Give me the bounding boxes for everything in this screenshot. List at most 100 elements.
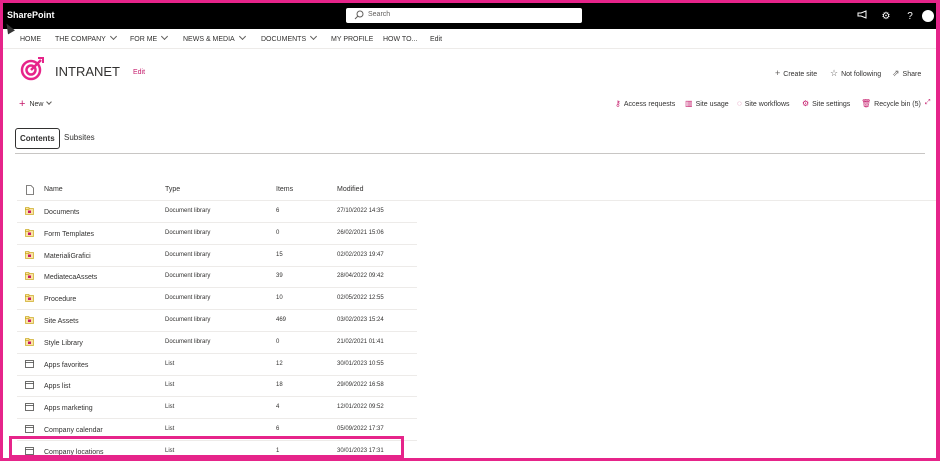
nav-edit[interactable]: Edit bbox=[430, 36, 442, 43]
table-row[interactable]: Procedure Document library 10 02/05/2022 12… bbox=[17, 288, 417, 311]
access-requests-label: Access requests bbox=[623, 101, 676, 108]
nav-the-company[interactable]: THE COMPANY bbox=[55, 32, 117, 43]
table-row[interactable]: Apps favorites List 12 30/01/2023 10:55 bbox=[17, 354, 417, 376]
tab-subsites[interactable]: Subsites bbox=[60, 128, 99, 149]
item-name[interactable]: Style Library bbox=[44, 340, 83, 347]
table-header: Name Type Items Modified bbox=[17, 183, 936, 201]
item-modified: 05/09/2022 17:37 bbox=[337, 426, 384, 432]
share-button[interactable]: ⇗ Share bbox=[892, 68, 921, 79]
nav-label: NEWS & MEDIA bbox=[183, 36, 235, 43]
item-name[interactable]: Documents bbox=[44, 209, 79, 216]
suite-bar: SharePoint Search ⚙ ? bbox=[3, 3, 936, 29]
column-header-items[interactable]: Items bbox=[276, 186, 293, 193]
column-header-name[interactable]: Name bbox=[44, 186, 63, 193]
document-library-icon bbox=[25, 294, 34, 302]
table-row[interactable]: Site Assets Document library 469 03/02/2023… bbox=[17, 310, 417, 332]
follow-button[interactable]: ☆ Not following bbox=[830, 68, 881, 79]
site-settings-button[interactable]: ⚙ Site settings bbox=[802, 99, 850, 108]
column-header-modified[interactable]: Modified bbox=[337, 186, 363, 193]
site-workflows-button[interactable]: ◌ Site workflows bbox=[737, 99, 790, 108]
item-name[interactable]: MaterialiGrafici bbox=[44, 253, 91, 260]
item-modified: 21/02/2021 01:41 bbox=[337, 338, 384, 345]
item-modified: 03/02/2023 15:24 bbox=[337, 317, 384, 323]
item-count: 0 bbox=[276, 338, 280, 345]
item-name[interactable]: Procedure bbox=[44, 296, 76, 303]
table-row[interactable]: Documents Document library 6 27/10/2022 14:… bbox=[17, 201, 417, 223]
column-header-type[interactable]: Type bbox=[165, 186, 180, 193]
search-box[interactable]: Search bbox=[346, 8, 582, 23]
star-icon: ☆ bbox=[830, 68, 839, 78]
avatar[interactable] bbox=[922, 10, 934, 22]
nav-label: THE COMPANY bbox=[55, 36, 106, 43]
app-brand[interactable]: SharePoint bbox=[7, 10, 55, 20]
item-count: 6 bbox=[276, 208, 280, 214]
document-library-icon bbox=[25, 207, 34, 215]
item-count: 18 bbox=[276, 382, 283, 389]
nav-for-me[interactable]: FOR ME bbox=[130, 32, 169, 43]
site-title: INTRANET bbox=[55, 64, 120, 79]
nav-how-to[interactable]: HOW TO... bbox=[383, 36, 417, 43]
item-modified: 28/04/2022 09:42 bbox=[337, 273, 384, 280]
tab-contents[interactable]: Contents bbox=[15, 128, 60, 149]
table-row[interactable]: Apps list List 18 29/09/2022 16:58 bbox=[17, 375, 417, 398]
nav-my-profile[interactable]: MY PROFILE bbox=[331, 36, 373, 43]
file-type-icon bbox=[26, 185, 34, 195]
item-modified: 02/02/2023 19:47 bbox=[337, 251, 384, 258]
item-modified: 30/01/2023 10:55 bbox=[337, 360, 384, 367]
nav-label: MY PROFILE bbox=[331, 36, 374, 43]
item-type: Document library bbox=[165, 338, 211, 345]
item-count: 39 bbox=[276, 273, 283, 280]
plus-icon: + bbox=[775, 68, 781, 78]
table-row[interactable]: Apps marketing List 4 12/01/2022 09:52 bbox=[17, 397, 417, 420]
nav-documents[interactable]: DOCUMENTS bbox=[261, 32, 318, 43]
gear-icon: ⚙ bbox=[802, 99, 810, 108]
nav-label: Edit bbox=[430, 36, 443, 43]
site-settings-label: Site settings bbox=[812, 101, 851, 108]
access-requests-button[interactable]: ⚷ Access requests bbox=[615, 99, 675, 108]
site-edit-link[interactable]: Edit bbox=[133, 69, 145, 76]
item-modified: 12/01/2022 09:52 bbox=[337, 404, 384, 411]
item-type: Document library bbox=[165, 208, 211, 214]
item-modified: 26/02/2021 15:06 bbox=[337, 229, 384, 236]
nav-news-media[interactable]: NEWS & MEDIA bbox=[183, 32, 246, 43]
item-name[interactable]: Apps marketing bbox=[44, 405, 93, 412]
expand-icon[interactable]: ⤢ bbox=[925, 99, 931, 107]
help-icon[interactable]: ? bbox=[898, 11, 922, 22]
gear-icon[interactable]: ⚙ bbox=[874, 11, 898, 22]
table-row[interactable]: Form Templates Document library 0 26/02/202… bbox=[17, 223, 417, 245]
nav-label: HOW TO... bbox=[383, 36, 418, 43]
megaphone-icon[interactable] bbox=[850, 10, 874, 22]
item-count: 6 bbox=[276, 426, 280, 432]
item-type: List bbox=[165, 404, 175, 411]
item-name[interactable]: Company calendar bbox=[44, 427, 103, 434]
item-name[interactable]: Apps list bbox=[44, 383, 70, 390]
chevron-down-icon bbox=[238, 32, 246, 41]
site-workflows-label: Site workflows bbox=[744, 101, 790, 108]
create-site-button[interactable]: + Create site bbox=[775, 68, 817, 78]
table-row[interactable]: MediatecaAssets Document library 39 28/04/2… bbox=[17, 266, 417, 289]
item-type: Document library bbox=[165, 317, 211, 323]
nav-home[interactable]: HOME bbox=[20, 36, 41, 43]
item-name[interactable]: Form Templates bbox=[44, 231, 94, 238]
plus-icon: + bbox=[19, 98, 26, 110]
table-row[interactable]: Style Library Document library 0 21/02/2021… bbox=[17, 332, 417, 354]
share-icon: ⇗ bbox=[892, 68, 900, 78]
item-name[interactable]: MediatecaAssets bbox=[44, 274, 97, 281]
new-button[interactable]: + New bbox=[19, 97, 53, 110]
site-usage-label: Site usage bbox=[695, 101, 729, 108]
trash-icon: 🗑 bbox=[861, 99, 872, 108]
item-count: 469 bbox=[276, 317, 287, 323]
item-name[interactable]: Apps favorites bbox=[44, 362, 88, 369]
list-icon bbox=[25, 403, 34, 412]
table-row[interactable]: MaterialiGrafici Document library 15 02/02/… bbox=[17, 245, 417, 267]
site-usage-button[interactable]: ▥ Site usage bbox=[685, 99, 729, 108]
chart-icon: ▥ bbox=[685, 99, 693, 108]
recycle-bin-button[interactable]: 🗑 Recycle bin (5) bbox=[861, 99, 921, 108]
create-site-label: Create site bbox=[783, 71, 818, 78]
list-icon bbox=[25, 359, 34, 368]
item-count: 12 bbox=[276, 360, 283, 367]
document-library-icon bbox=[25, 272, 34, 281]
search-placeholder: Search bbox=[368, 11, 391, 18]
item-name[interactable]: Site Assets bbox=[44, 318, 79, 325]
item-count: 15 bbox=[276, 251, 283, 258]
